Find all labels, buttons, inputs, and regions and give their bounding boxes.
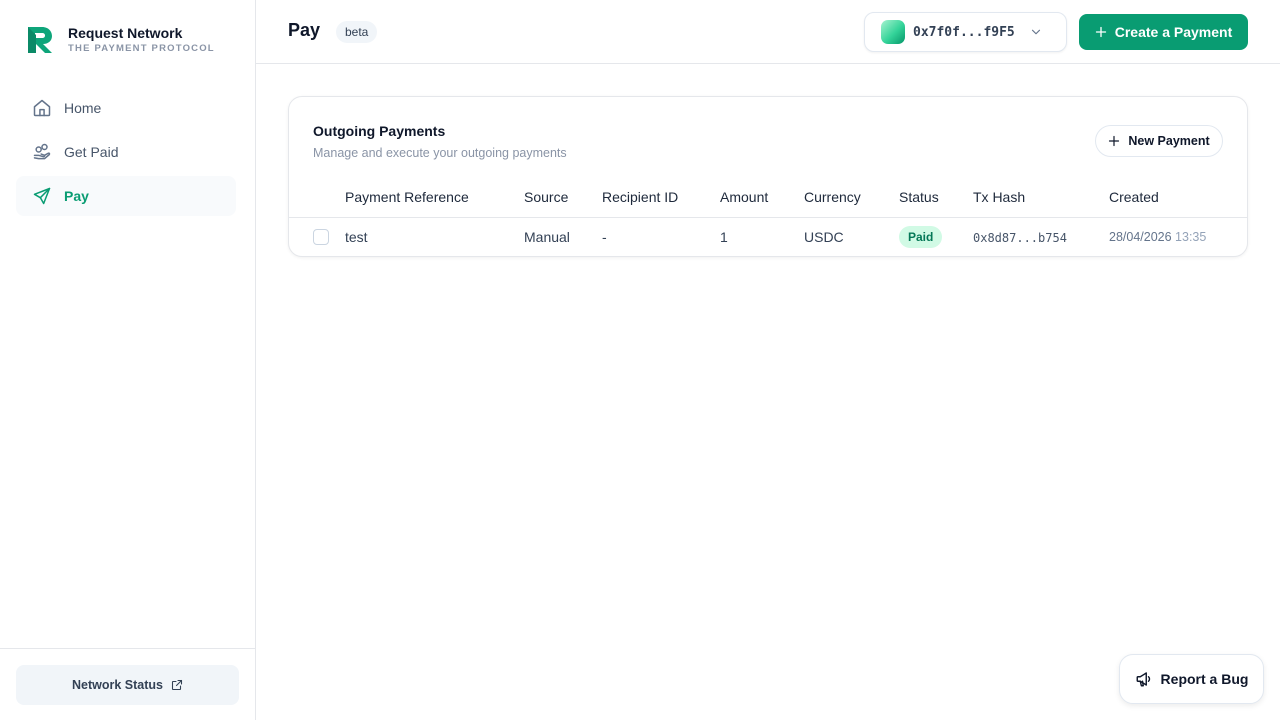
create-payment-label: Create a Payment [1114,24,1233,40]
created-date: 28/04/2026 [1109,230,1172,244]
outgoing-payments-card: Outgoing Payments Manage and execute you… [288,96,1248,257]
new-payment-button[interactable]: New Payment [1095,125,1223,157]
hand-coins-icon [33,143,51,160]
brand-name: Request Network [68,25,183,41]
sidebar-item-label: Pay [64,188,89,204]
top-header: Pay beta 0x7f0f...f9F5 Create a Payment [256,0,1280,64]
beta-badge: beta [336,21,378,43]
external-link-icon [171,679,183,691]
cell-reference[interactable]: test [345,229,368,245]
sidebar-item-label: Get Paid [64,144,119,160]
sidebar-footer: Network Status [0,648,255,720]
column-header-amount[interactable]: Amount [720,189,768,205]
brand[interactable]: Request Network THE PAYMENT PROTOCOL [26,24,215,56]
wallet-selector[interactable]: 0x7f0f...f9F5 [864,12,1067,52]
row-select-checkbox[interactable] [313,229,329,245]
megaphone-icon [1136,672,1150,687]
cell-amount: 1 [720,229,728,245]
sidebar-item-home[interactable]: Home [16,88,236,128]
column-header-tx-hash[interactable]: Tx Hash [973,189,1025,205]
cell-currency: USDC [804,229,844,245]
sidebar-nav: Home Get Paid Pay [16,88,236,220]
created-time: 13:35 [1175,230,1207,244]
column-header-currency[interactable]: Currency [804,189,861,205]
app-root: Request Network THE PAYMENT PROTOCOL Hom… [0,0,1280,720]
table-divider [289,217,1247,218]
chevron-down-icon [1031,29,1040,35]
cell-source: Manual [524,229,570,245]
wallet-address: 0x7f0f...f9F5 [913,24,1015,40]
column-header-source[interactable]: Source [524,189,568,205]
request-network-logo-icon [28,27,52,53]
report-bug-button[interactable]: Report a Bug [1119,654,1264,704]
column-header-status[interactable]: Status [899,189,939,205]
sidebar: Request Network THE PAYMENT PROTOCOL Hom… [0,0,256,720]
create-payment-button[interactable]: Create a Payment [1079,14,1248,50]
plus-icon [1095,26,1106,38]
report-bug-label: Report a Bug [1160,671,1249,687]
cell-created: 28/04/2026 13:35 [1109,230,1206,244]
sidebar-item-label: Home [64,100,102,116]
column-header-created[interactable]: Created [1109,189,1159,205]
column-header-reference[interactable]: Payment Reference [345,189,469,205]
new-payment-label: New Payment [1128,134,1210,148]
sidebar-item-get-paid[interactable]: Get Paid [16,132,236,172]
status-badge: Paid [899,226,943,248]
page-title: Pay [288,20,321,40]
network-status-label: Network Status [72,678,163,692]
wallet-avatar [881,20,905,44]
cell-recipient: - [602,229,607,245]
home-icon [33,99,51,117]
brand-tagline: THE PAYMENT PROTOCOL [68,43,215,54]
cell-tx-hash[interactable]: 0x8d87...b754 [973,231,1067,245]
column-header-recipient[interactable]: Recipient ID [602,189,678,205]
card-subtitle: Manage and execute your outgoing payment… [313,146,567,160]
card-title: Outgoing Payments [313,123,446,139]
network-status-button[interactable]: Network Status [16,665,239,705]
send-icon [33,187,51,205]
plus-icon [1109,135,1120,147]
sidebar-item-pay[interactable]: Pay [16,176,236,216]
